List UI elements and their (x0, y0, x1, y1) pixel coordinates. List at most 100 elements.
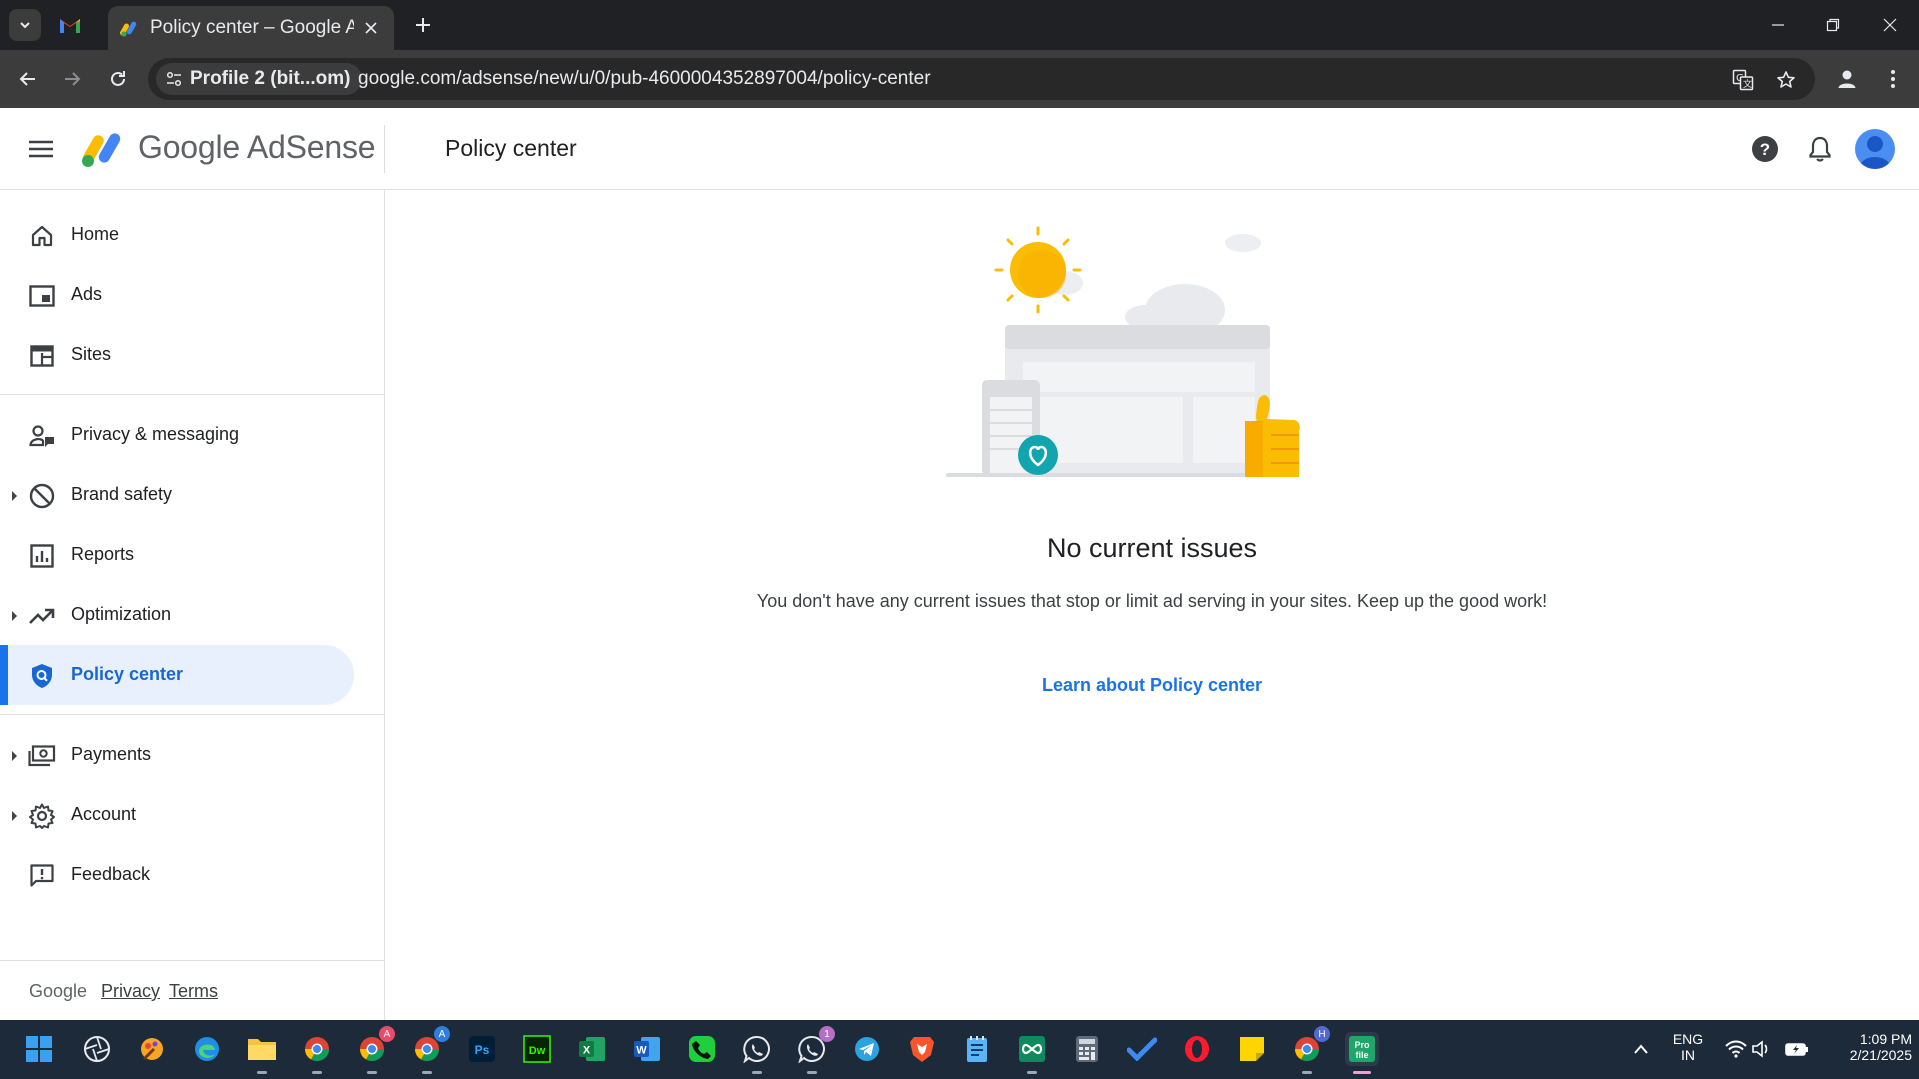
taskbar-app-whatsapp-2[interactable]: 1 (795, 1026, 835, 1074)
terms-link[interactable]: Terms (169, 981, 218, 1002)
taskbar-app-calculator[interactable] (1070, 1032, 1104, 1066)
sidebar-item-optimization[interactable]: Optimization (0, 585, 354, 645)
sidebar-item-reports[interactable]: Reports (0, 525, 354, 585)
sidebar-item-account[interactable]: Account (0, 785, 354, 845)
taskbar-app-todo[interactable] (1125, 1032, 1159, 1066)
sidebar-item-home[interactable]: Home (0, 205, 354, 265)
start-button[interactable] (22, 1032, 56, 1066)
svg-text:Ps: Ps (475, 1043, 490, 1057)
close-window-button[interactable] (1875, 10, 1905, 40)
sidebar-item-payments[interactable]: Payments (0, 725, 354, 785)
help-icon: ? (1752, 136, 1778, 162)
taskbar-app-edge[interactable] (190, 1032, 224, 1066)
url-text[interactable]: google.com/adsense/new/u/0/pub-460000435… (358, 68, 931, 90)
sidebar-item-label: Payments (71, 744, 152, 764)
sidebar-item-sites[interactable]: Sites (0, 325, 354, 385)
tab-close-button[interactable] (360, 17, 382, 39)
taskbar-app-chrome-profile-h[interactable]: H (1290, 1026, 1330, 1074)
taskbar-app-whatsapp[interactable] (740, 1032, 774, 1074)
bookmark-star-button[interactable] (1773, 67, 1799, 93)
taskbar-app-telegram[interactable] (850, 1032, 884, 1066)
active-tab[interactable]: Policy center – Google AdSense (108, 6, 394, 50)
sidebar-item-feedback[interactable]: Feedback (0, 845, 354, 905)
expand-arrow-icon (12, 751, 17, 761)
expand-arrow-icon (12, 491, 17, 501)
taskbar-app-brave[interactable] (905, 1032, 939, 1066)
profile-button[interactable] (1832, 64, 1862, 94)
sidebar-item-policy-center[interactable]: Policy center (0, 645, 354, 705)
restore-button[interactable] (1818, 10, 1848, 40)
ads-icon (28, 282, 56, 310)
main-menu-button[interactable] (26, 135, 56, 163)
taskbar-app-phone-link[interactable] (685, 1032, 719, 1066)
header-divider (384, 125, 385, 173)
taskbar-app-chrome[interactable] (300, 1032, 334, 1074)
sidebar-item-brand-safety[interactable]: Brand safety (0, 465, 354, 525)
notepad-icon (967, 1036, 987, 1062)
clock[interactable]: 1:09 PM 2/21/2025 (1816, 1031, 1912, 1063)
taskbar-app-chrome-profile-a2[interactable]: A (410, 1026, 450, 1074)
taskbar-app-paint[interactable] (135, 1032, 169, 1066)
volume-button[interactable] (1745, 1032, 1779, 1066)
reload-button[interactable] (103, 64, 133, 94)
trending-up-icon (28, 602, 56, 630)
avatar[interactable] (1855, 129, 1895, 169)
tab-search-button[interactable] (9, 9, 41, 41)
star-icon (1777, 71, 1795, 88)
phone-icon (689, 1036, 715, 1062)
taskbar-app-aperture[interactable] (80, 1032, 114, 1066)
profile-file-icon: Profile (1349, 1036, 1375, 1062)
language-indicator[interactable]: ENG IN (1665, 1031, 1711, 1063)
privacy-link[interactable]: Privacy (101, 981, 160, 1002)
bar-chart-icon (28, 542, 56, 570)
photoshop-icon: Ps (469, 1036, 495, 1062)
no-issues-illustration (946, 226, 1300, 477)
account-icon (1838, 70, 1856, 88)
profile-chip[interactable]: Profile 2 (bit...om) (156, 63, 363, 95)
battery-button[interactable] (1780, 1032, 1814, 1066)
address-bar[interactable]: Profile 2 (bit...om) google.com/adsense/… (148, 58, 1815, 100)
show-hidden-icons-button[interactable] (1624, 1032, 1658, 1066)
taskbar-app-notepad[interactable] (960, 1032, 994, 1066)
taskbar-app-word[interactable]: W (630, 1032, 664, 1066)
chrome-icon (305, 1037, 329, 1062)
expand-arrow-icon (12, 611, 17, 621)
wifi-icon (1725, 1040, 1747, 1058)
taskbar-app-photoshop[interactable]: Ps (465, 1032, 499, 1066)
page-title: Policy center (445, 135, 577, 161)
taskbar-app-profile-manager[interactable]: Pro file (1345, 1032, 1379, 1074)
chevron-down-icon (20, 22, 30, 29)
new-tab-button[interactable] (410, 12, 436, 38)
translate-button[interactable]: G文 (1730, 67, 1756, 93)
learn-about-policy-center-link[interactable]: Learn about Policy center (385, 675, 1919, 696)
sidebar-item-privacy-messaging[interactable]: Privacy & messaging (0, 405, 354, 465)
taskbar-app-glasswire[interactable] (1015, 1032, 1049, 1074)
dreamweaver-icon: Dw (523, 1035, 551, 1063)
taskbar-app-dreamweaver[interactable]: Dw (520, 1032, 554, 1066)
taskbar-app-opera[interactable] (1180, 1032, 1214, 1066)
whatsapp-icon (743, 1035, 770, 1063)
svg-text:Pro: Pro (1354, 1040, 1370, 1050)
help-button[interactable]: ? (1750, 134, 1780, 164)
sidebar-item-ads[interactable]: Ads (0, 265, 354, 325)
feedback-icon (28, 862, 56, 890)
app-header: Google AdSense Policy center ? (0, 108, 1919, 190)
taskbar-app-sticky-notes[interactable] (1235, 1032, 1269, 1066)
forward-button[interactable] (57, 64, 87, 94)
logo-text[interactable]: Google AdSense (138, 129, 376, 166)
back-button[interactable] (13, 64, 43, 94)
taskbar-app-file-explorer[interactable] (245, 1032, 279, 1074)
edge-icon (195, 1037, 219, 1061)
sidebar-divider (0, 394, 385, 395)
gmail-pinned-tab[interactable] (58, 13, 82, 37)
payments-icon (28, 742, 56, 770)
minimize-button[interactable] (1763, 10, 1793, 40)
taskbar-app-chrome-profile-a[interactable]: A (355, 1026, 395, 1074)
excel-icon: X (579, 1037, 605, 1061)
close-icon (365, 22, 377, 34)
browser-menu-button[interactable] (1878, 64, 1908, 94)
browser-tab-bar: Policy center – Google AdSense (0, 0, 1919, 50)
aperture-icon (84, 1036, 110, 1062)
notifications-button[interactable] (1805, 134, 1835, 164)
taskbar-app-excel[interactable]: X (575, 1032, 609, 1066)
